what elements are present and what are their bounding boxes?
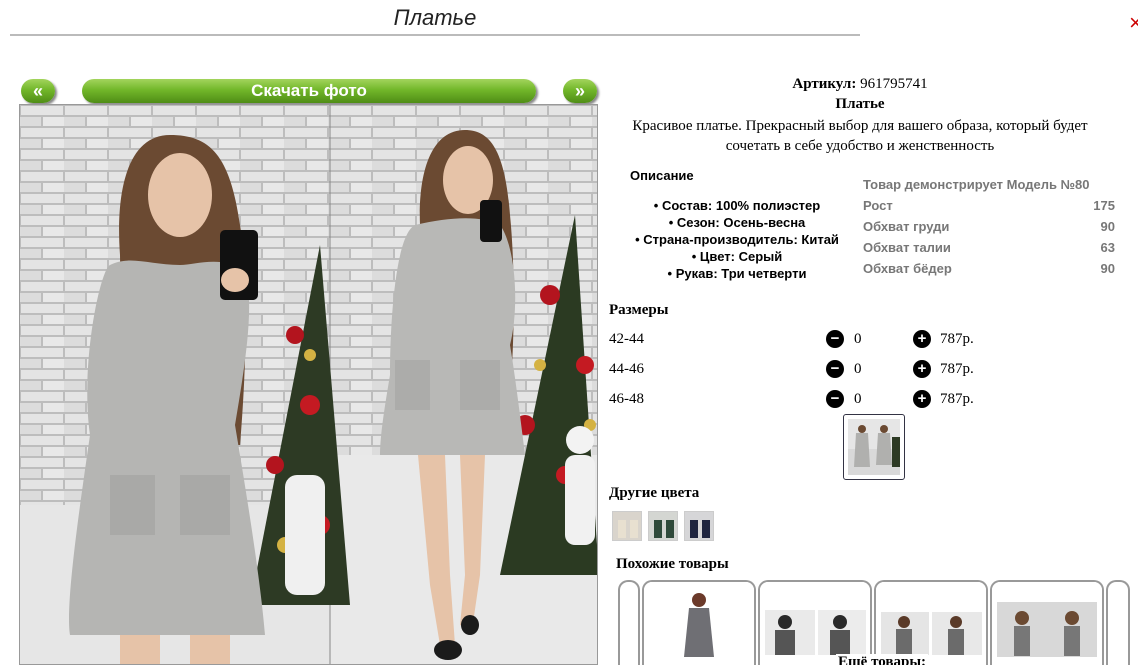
size-label: 46-48	[609, 391, 644, 407]
model-label: Товар демонстрирует Модель №80	[863, 177, 1090, 192]
similar-product-card[interactable]	[874, 580, 988, 665]
article-line: Артикул: 961795741	[600, 76, 1120, 93]
minus-icon[interactable]: −	[826, 390, 844, 408]
product-name: Платье	[835, 96, 885, 112]
description-item: Страна-производитель: Китай	[610, 231, 864, 248]
size-quantity: 0	[854, 391, 862, 407]
size-row: 42-44 − 0 + 787р.	[609, 329, 1009, 353]
minus-icon[interactable]: −	[826, 330, 844, 348]
model-label: Обхват бёдер	[863, 261, 952, 276]
article-value: 961795741	[860, 76, 928, 92]
next-photo-button[interactable]: »	[563, 79, 597, 103]
plus-icon[interactable]: +	[913, 330, 931, 348]
download-photo-button[interactable]: Скачать фото	[82, 79, 536, 103]
size-label: 42-44	[609, 331, 644, 347]
sizes-title: Размеры	[609, 302, 669, 318]
size-price: 787р.	[940, 331, 974, 347]
product-info: Артикул: 961795741 Платье Красивое плать…	[600, 0, 1138, 665]
model-value: 63	[1100, 240, 1115, 255]
selected-photo-thumbnail[interactable]	[843, 414, 905, 480]
size-quantity: 0	[854, 331, 862, 347]
similar-product-card[interactable]	[1106, 580, 1130, 665]
model-value: 90	[1100, 219, 1115, 234]
size-label: 44-46	[609, 361, 644, 377]
other-colors-title: Другие цвета	[609, 485, 700, 501]
size-price: 787р.	[940, 391, 974, 407]
prev-photo-button[interactable]: «	[21, 79, 55, 103]
description-item: Состав: 100% полиэстер	[610, 197, 864, 214]
color-variant-thumbnail[interactable]	[684, 511, 714, 541]
model-value: 175	[1093, 198, 1115, 213]
description-list: Состав: 100% полиэстер Сезон: Осень-весн…	[610, 197, 864, 282]
plus-icon[interactable]: +	[913, 390, 931, 408]
description-item: Рукав: Три четверти	[610, 265, 864, 282]
similar-product-card[interactable]	[990, 580, 1104, 665]
description-item: Цвет: Серый	[610, 248, 864, 265]
model-label: Обхват талии	[863, 240, 951, 255]
color-variant-thumbnail[interactable]	[648, 511, 678, 541]
description-item: Сезон: Осень-весна	[610, 214, 864, 231]
model-row: Обхват бёдер 90	[863, 258, 1115, 279]
model-row: Рост 175	[863, 195, 1115, 216]
article-label: Артикул:	[792, 76, 857, 92]
size-row: 44-46 − 0 + 787р.	[609, 359, 1009, 383]
model-label: Обхват груди	[863, 219, 950, 234]
model-label: Рост	[863, 198, 893, 213]
similar-products-title: Похожие товары	[616, 556, 729, 572]
model-row: Товар демонстрирует Модель №80	[863, 174, 1115, 195]
model-row: Обхват талии 63	[863, 237, 1115, 258]
model-row: Обхват груди 90	[863, 216, 1115, 237]
description-title: Описание	[630, 168, 694, 183]
description-block: Описание Состав: 100% полиэстер Сезон: О…	[610, 168, 864, 282]
model-value: 90	[1100, 261, 1115, 276]
product-photo[interactable]	[19, 104, 598, 665]
size-quantity: 0	[854, 361, 862, 377]
similar-product-card[interactable]	[642, 580, 756, 665]
color-variant-thumbnail[interactable]	[612, 511, 642, 541]
similar-product-card[interactable]	[758, 580, 872, 665]
model-measurements: Товар демонстрирует Модель №80 Рост 175 …	[863, 174, 1115, 279]
size-price: 787р.	[940, 361, 974, 377]
size-row: 46-48 − 0 + 787р.	[609, 389, 1009, 413]
similar-product-card[interactable]	[618, 580, 640, 665]
product-description: Красивое платье. Прекрасный выбор для ва…	[632, 118, 1088, 154]
more-products-label[interactable]: Ещё товары:	[836, 654, 929, 665]
plus-icon[interactable]: +	[913, 360, 931, 378]
minus-icon[interactable]: −	[826, 360, 844, 378]
